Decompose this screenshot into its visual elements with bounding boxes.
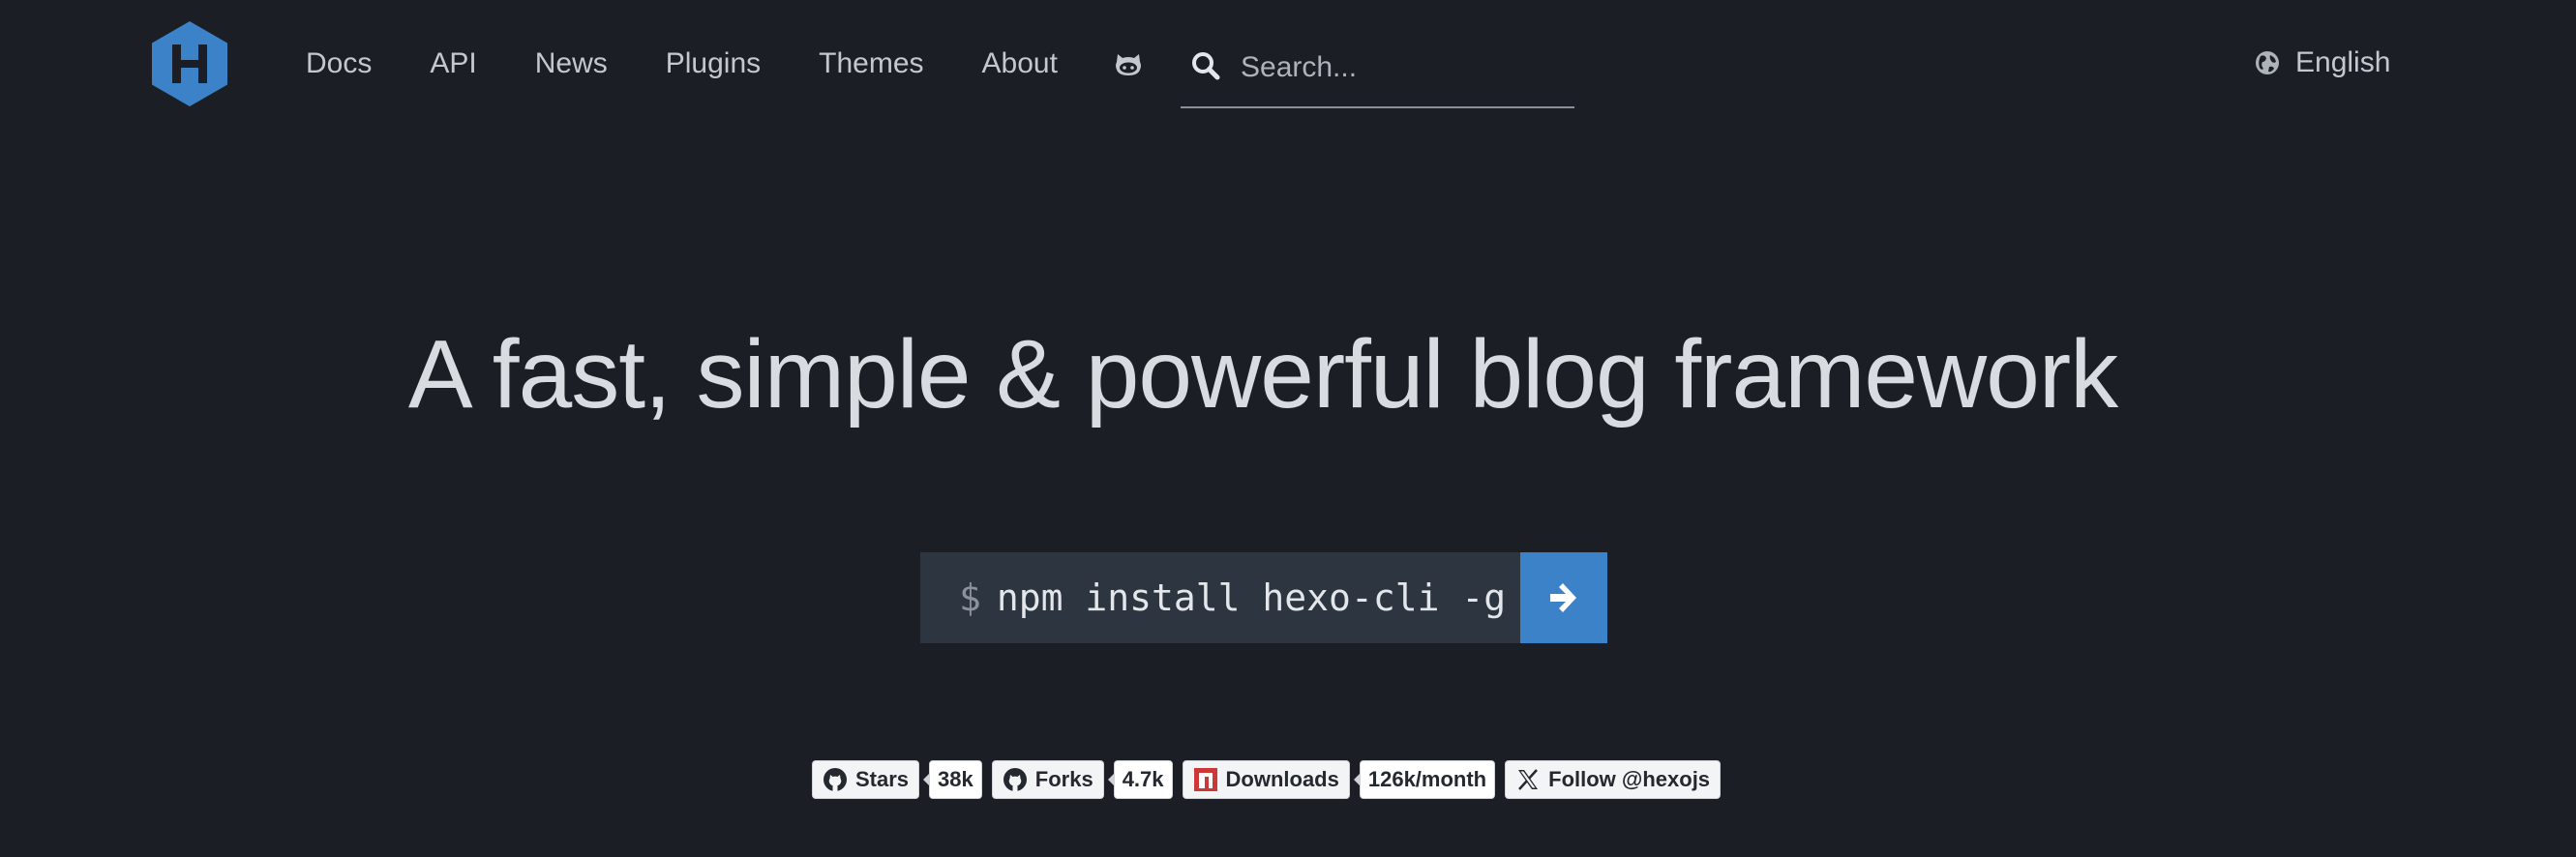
github-octocat-icon[interactable]	[1114, 50, 1143, 79]
search-box	[1181, 43, 1574, 108]
nav-link-themes[interactable]: Themes	[819, 47, 923, 80]
nav-link-about[interactable]: About	[982, 47, 1058, 80]
npm-downloads-button[interactable]: Downloads	[1182, 760, 1350, 799]
main-nav: Docs API News Plugins Themes About	[306, 43, 1116, 85]
forks-label: Forks	[1034, 767, 1093, 791]
language-selector[interactable]: English	[2255, 46, 2390, 79]
globe-icon	[2256, 51, 2279, 74]
forks-count[interactable]: 4.7k	[1107, 760, 1173, 799]
stars-label: Stars	[855, 767, 910, 791]
search-input[interactable]	[1241, 48, 1560, 87]
search-icon	[1192, 52, 1220, 80]
x-logo-icon	[1518, 769, 1539, 790]
github-icon	[1003, 768, 1027, 791]
install-command-box: $ npm install hexo-cli -g	[920, 552, 1607, 643]
hexo-logo-icon[interactable]	[150, 19, 229, 108]
hero-headline: A fast, simple & powerful blog framework	[407, 320, 2118, 428]
nav-link-docs[interactable]: Docs	[306, 47, 372, 80]
nav-link-api[interactable]: API	[430, 47, 476, 80]
nav-link-news[interactable]: News	[535, 47, 608, 80]
downloads-count[interactable]: 126k/month	[1353, 760, 1496, 799]
shell-prompt: $	[959, 576, 981, 619]
install-command[interactable]: $ npm install hexo-cli -g	[920, 552, 1520, 643]
nav-link-plugins[interactable]: Plugins	[666, 47, 761, 80]
follow-x-button[interactable]: Follow @hexojs	[1505, 760, 1722, 799]
github-stars-button[interactable]: Stars	[812, 760, 920, 799]
github-icon	[824, 768, 847, 791]
site-header: Docs API News Plugins Themes About Engli…	[0, 0, 2576, 135]
downloads-label: Downloads	[1225, 767, 1339, 791]
get-started-button[interactable]	[1520, 552, 1607, 643]
github-forks-button[interactable]: Forks	[991, 760, 1104, 799]
social-badges: Stars 38k Forks 4.7k Downloads 126k/mont…	[812, 759, 1722, 800]
stars-count[interactable]: 38k	[923, 760, 982, 799]
follow-label: Follow @hexojs	[1548, 767, 1711, 791]
arrow-right-icon	[1550, 583, 1576, 612]
npm-icon	[1193, 768, 1217, 791]
install-command-text: npm install hexo-cli -g	[996, 576, 1507, 619]
language-label: English	[2295, 46, 2391, 78]
